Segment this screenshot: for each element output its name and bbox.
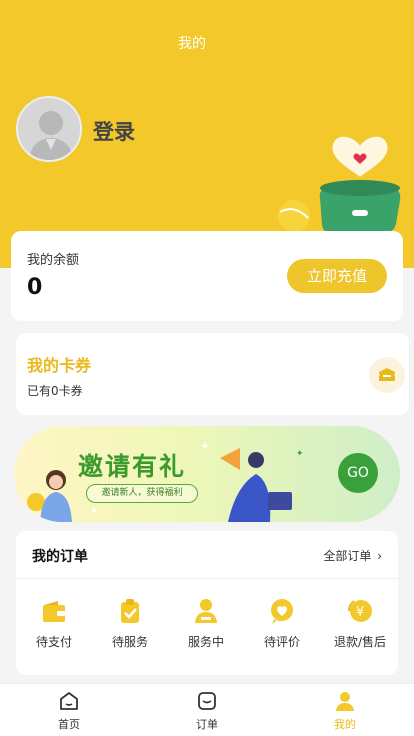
order-status-pending-service[interactable]: 待服务 xyxy=(92,597,168,650)
order-status-label: 待评价 xyxy=(263,635,300,649)
order-status-label: 退款/售后 xyxy=(333,635,387,649)
orders-card: 我的订单 全部订单 › 待支付 待服务 服务中 待评价 ¥ 退款/售后 xyxy=(16,531,398,675)
bottom-tab-bar: 首页 订单 我的 xyxy=(0,683,414,736)
order-status-in-service[interactable]: 服务中 xyxy=(168,597,244,650)
refund-yen-icon: ¥ xyxy=(346,597,374,625)
order-status-pending-review[interactable]: 待评价 xyxy=(244,597,320,650)
balance-card: 我的余额 0 立即充值 xyxy=(11,231,403,321)
all-orders-label: 全部订单 xyxy=(323,549,372,563)
banner-title: 邀请有礼 xyxy=(78,452,187,481)
ticket-icon xyxy=(369,357,405,393)
order-status-pending-payment[interactable]: 待支付 xyxy=(16,597,92,650)
page-title: 我的 xyxy=(178,36,206,52)
clipboard-check-icon xyxy=(116,597,144,625)
tab-home[interactable]: 首页 xyxy=(34,690,104,732)
orders-title: 我的订单 xyxy=(32,549,88,565)
tab-label: 首页 xyxy=(58,718,80,731)
pet-illustration xyxy=(276,128,414,234)
recharge-button[interactable]: 立即充值 xyxy=(287,259,387,293)
balance-value: 0 xyxy=(27,275,43,300)
divider xyxy=(16,578,398,579)
pet-bowl-illustration-icon xyxy=(278,134,401,232)
order-status-label: 待服务 xyxy=(111,635,148,649)
coupon-count: 已有0卡券 xyxy=(27,384,83,398)
order-status-refund[interactable]: ¥ 退款/售后 xyxy=(322,597,398,650)
banner-subtitle: 邀请新人，获得福利 xyxy=(86,484,198,503)
wallet-icon xyxy=(40,597,68,625)
tab-orders[interactable]: 订单 xyxy=(172,690,242,732)
tab-label: 订单 xyxy=(196,718,218,731)
order-status-label: 服务中 xyxy=(187,635,224,649)
chevron-right-icon: › xyxy=(377,549,382,563)
svg-text:✦: ✦ xyxy=(90,506,98,517)
svg-text:✦: ✦ xyxy=(200,439,210,453)
tab-label: 我的 xyxy=(334,718,356,731)
profile-icon xyxy=(334,690,356,712)
tab-profile[interactable]: 我的 xyxy=(310,690,380,732)
heart-bubble-icon xyxy=(268,597,296,625)
coupon-title: 我的卡券 xyxy=(27,356,92,375)
all-orders-link[interactable]: 全部订单 › xyxy=(323,547,382,564)
home-icon xyxy=(58,690,80,712)
avatar[interactable] xyxy=(16,96,82,162)
order-icon xyxy=(196,690,218,712)
go-button[interactable]: GO xyxy=(338,453,378,493)
balance-label: 我的余额 xyxy=(27,253,80,268)
invite-banner[interactable]: ✦ ✦ ✦ 邀请有礼 邀请新人，获得福利 GO xyxy=(14,426,400,522)
svg-text:¥: ¥ xyxy=(356,605,364,620)
login-link[interactable]: 登录 xyxy=(93,116,135,146)
order-status-label: 待支付 xyxy=(35,635,72,649)
svg-text:✦: ✦ xyxy=(296,449,304,459)
coupon-card[interactable]: 我的卡券 已有0卡券 xyxy=(16,333,409,415)
service-person-icon xyxy=(192,597,220,625)
